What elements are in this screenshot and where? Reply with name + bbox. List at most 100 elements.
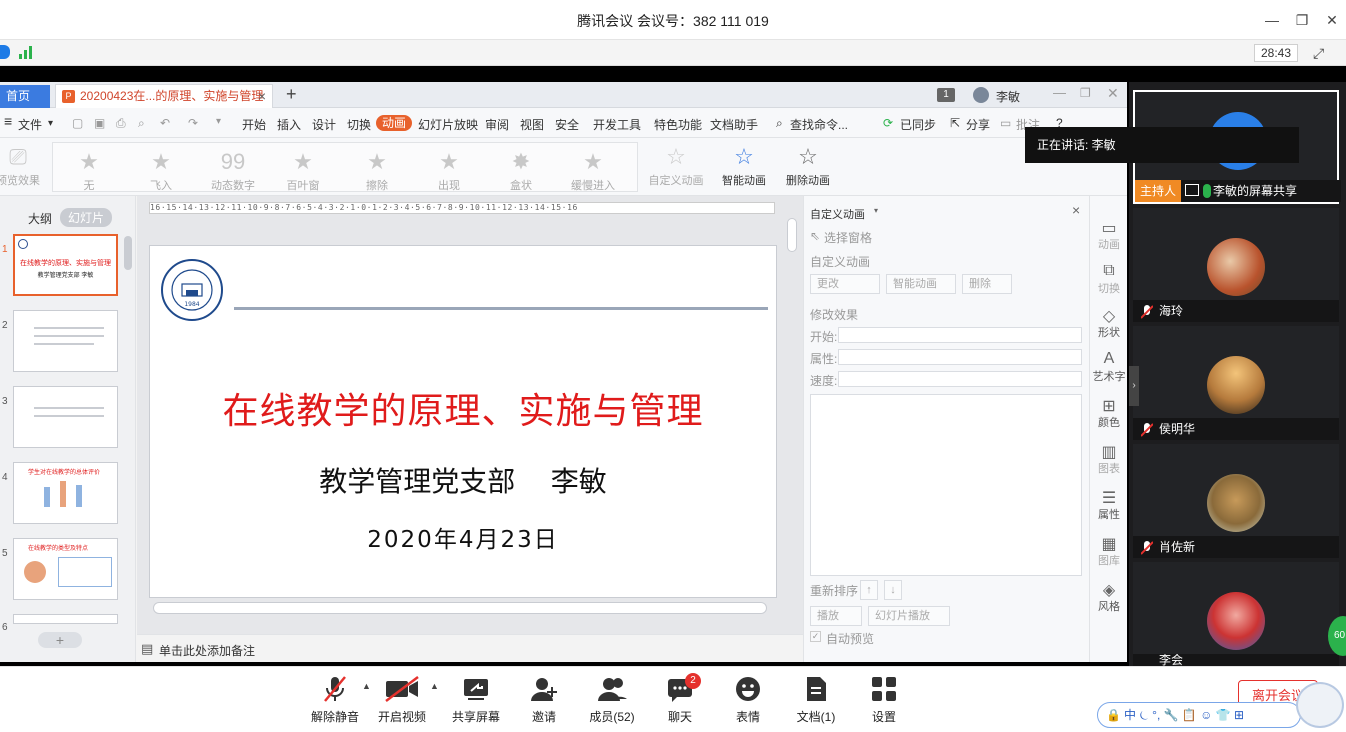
slide-title[interactable]: 在线教学的原理、实施与管理	[150, 382, 776, 434]
panel-collapse-icon[interactable]: ›	[1129, 366, 1139, 406]
custom-animation-button[interactable]: ☆ 自定义动画	[646, 142, 706, 188]
tab-slides[interactable]: 幻灯片	[60, 208, 113, 227]
hamburger-icon[interactable]: ≡	[4, 113, 12, 129]
menu-review[interactable]: 审阅	[485, 116, 509, 133]
effect-appear[interactable]: ★ 出现	[419, 147, 479, 193]
menu-security[interactable]: 安全	[555, 116, 579, 133]
side-property[interactable]: ☰ 属性	[1090, 488, 1127, 522]
pane-header[interactable]: 自定义动画	[810, 206, 865, 222]
menu-animation[interactable]: 动画	[376, 115, 413, 131]
new-tab-button[interactable]: +	[286, 84, 297, 105]
side-style[interactable]: ◈ 风格	[1090, 580, 1127, 614]
new-doc-icon[interactable]: ▢	[72, 116, 83, 130]
close-button[interactable]: ✕	[1322, 10, 1342, 30]
side-gallery[interactable]: ▦ 图库	[1090, 534, 1127, 568]
delete-animation-button[interactable]: ☆ 删除动画	[778, 142, 838, 188]
slide-thumbnail[interactable]	[13, 310, 118, 372]
print-preview-icon[interactable]: ⌕	[138, 116, 145, 131]
sync-status[interactable]: 已同步	[900, 116, 936, 133]
tab-outline[interactable]: 大纲	[28, 210, 52, 227]
tab-document[interactable]: P 20200423在...的原理、实施与管理 ×	[55, 84, 273, 108]
user-avatar[interactable]	[973, 87, 989, 103]
start-select[interactable]	[838, 327, 1082, 343]
chat-button[interactable]: 2 聊天	[645, 673, 715, 725]
tab-home[interactable]: 首页	[0, 85, 50, 108]
restore-button[interactable]: ❐	[1292, 10, 1312, 30]
horizontal-scrollbar[interactable]	[153, 602, 767, 614]
menu-design[interactable]: 设计	[312, 116, 336, 133]
unmute-button[interactable]: 解除静音	[300, 675, 370, 725]
side-shape[interactable]: ◇ 形状	[1090, 306, 1127, 340]
start-video-button[interactable]: 开启视频	[367, 675, 437, 725]
menu-file[interactable]: 文件	[18, 116, 42, 133]
smart-animation-pane-button[interactable]: 智能动画	[886, 274, 956, 294]
ime-toolbar[interactable]: 🔒 中 ⏾ °, 🔧 📋 ☺ 👕 ⊞	[1097, 702, 1301, 728]
search-icon[interactable]: ⌕	[776, 116, 783, 131]
move-up-button[interactable]: ↑	[860, 580, 878, 600]
documents-button[interactable]: 文档(1)	[781, 675, 851, 725]
add-slide-button[interactable]: +	[38, 632, 82, 648]
speed-select[interactable]	[838, 371, 1082, 387]
change-button[interactable]: 更改	[810, 274, 880, 294]
preview-effect-button[interactable]: ⎚ 预览效果	[0, 142, 48, 188]
video-tile[interactable]: 肖佐新	[1133, 444, 1339, 558]
side-wordart[interactable]: A 艺术字	[1090, 350, 1127, 384]
notes-placeholder[interactable]: 单击此处添加备注	[159, 642, 255, 659]
video-options-caret[interactable]: ▲	[430, 681, 439, 691]
share-button[interactable]: 分享	[966, 116, 990, 133]
share-screen-button[interactable]: 共享屏幕	[441, 675, 511, 725]
video-tile[interactable]: 海玲	[1133, 208, 1339, 322]
select-pane-link[interactable]: 选择窗格	[824, 229, 872, 246]
slide-thumbnail[interactable]	[13, 614, 118, 624]
effect-dynamic-number[interactable]: 99 动态数字	[203, 147, 263, 193]
play-button[interactable]: 播放	[810, 606, 862, 626]
slide-thumbnail[interactable]	[13, 386, 118, 448]
slideshow-play-button[interactable]: 幻灯片播放	[868, 606, 950, 626]
pane-close-icon[interactable]: ×	[1072, 202, 1080, 218]
side-transition[interactable]: ⧉ 切换	[1090, 262, 1127, 296]
move-down-button[interactable]: ↓	[884, 580, 902, 600]
slide-date[interactable]: 2020年4月23日	[150, 520, 776, 554]
menu-features[interactable]: 特色功能	[654, 116, 702, 133]
autopreview-checkbox[interactable]: ✓	[810, 631, 821, 642]
wps-restore-icon[interactable]: ❐	[1080, 86, 1091, 100]
effect-fly-in[interactable]: ★ 飞入	[131, 147, 191, 193]
menu-dev-tools[interactable]: 开发工具	[593, 116, 641, 133]
notes-bar[interactable]: ▤ 单击此处添加备注	[137, 634, 803, 662]
slide-author[interactable]: 教学管理党支部 李敏	[150, 460, 776, 500]
chevron-down-icon[interactable]: ▾	[874, 206, 878, 215]
assistant-robot-icon[interactable]	[1296, 682, 1344, 728]
vertical-scrollbar[interactable]	[787, 218, 797, 252]
wps-minimize-icon[interactable]: —	[1053, 85, 1066, 100]
tab-close-icon[interactable]: ×	[258, 85, 266, 107]
side-color[interactable]: ⊞ 颜色	[1090, 396, 1127, 430]
delete-button[interactable]: 删除	[962, 274, 1012, 294]
thumb-scrollbar[interactable]	[124, 236, 132, 270]
side-animation[interactable]: ▭ 动画	[1090, 218, 1127, 252]
fullscreen-icon[interactable]: ⤢	[1313, 45, 1324, 62]
animation-list[interactable]	[810, 394, 1082, 576]
slide-thumbnail[interactable]: 在线教学的类型及特点	[13, 538, 118, 600]
effect-none[interactable]: ★ 无	[59, 147, 119, 193]
effect-box[interactable]: ✸ 盒状	[491, 147, 551, 193]
print-icon[interactable]: ⎙	[116, 116, 126, 131]
redo-icon[interactable]: ↷	[188, 116, 198, 130]
slide-thumbnail[interactable]: 学生对在线教学的总体评价	[13, 462, 118, 524]
wps-close-icon[interactable]: ✕	[1107, 85, 1119, 102]
property-select[interactable]	[838, 349, 1082, 365]
menu-transition[interactable]: 切换	[347, 116, 371, 133]
slide-thumbnail[interactable]: 在线教学的原理、实施与管理 教学管理党支部 李敏	[13, 234, 118, 296]
menu-insert[interactable]: 插入	[277, 116, 301, 133]
members-button[interactable]: 成员(52)	[577, 675, 647, 725]
menu-home[interactable]: 开始	[242, 116, 266, 133]
menu-slideshow[interactable]: 幻灯片放映	[418, 116, 478, 133]
video-tile[interactable]: 侯明华	[1133, 326, 1339, 440]
effect-wipe[interactable]: ★ 擦除	[347, 147, 407, 193]
more-icon[interactable]: ▾	[216, 116, 221, 127]
chevron-down-icon[interactable]: ▾	[48, 118, 53, 129]
menu-doc-assistant[interactable]: 文档助手	[710, 116, 758, 133]
command-search[interactable]: 查找命令...	[790, 116, 848, 133]
invite-button[interactable]: 邀请	[509, 675, 579, 725]
user-name[interactable]: 李敏	[996, 88, 1020, 105]
side-chart[interactable]: ▥ 图表	[1090, 442, 1127, 476]
